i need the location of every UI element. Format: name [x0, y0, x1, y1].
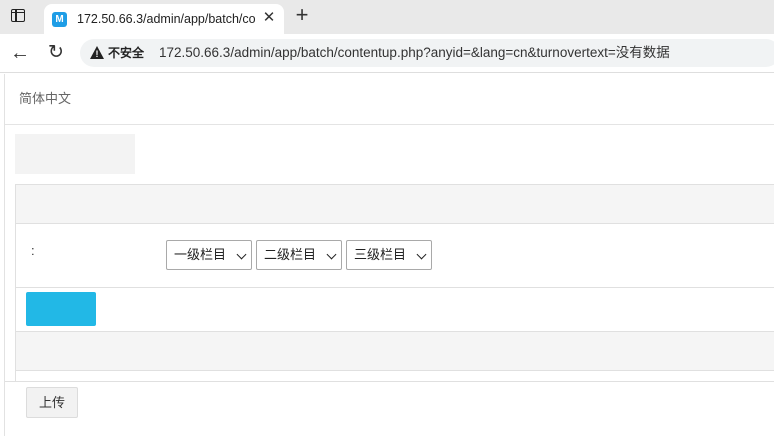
language-bar: 简体中文 [5, 74, 774, 125]
field-label: : [31, 243, 35, 258]
url-text[interactable]: 172.50.66.3/admin/app/batch/contentup.ph… [159, 44, 670, 62]
chevron-down-icon [236, 249, 247, 260]
level3-column-select[interactable]: 三级栏目 [346, 240, 432, 270]
file-select-button[interactable] [26, 292, 96, 326]
browser-tab[interactable]: M 172.50.66.3/admin/app/batch/contentup.… [44, 4, 284, 34]
table-header-row [16, 185, 774, 224]
level2-column-select[interactable]: 二级栏目 [256, 240, 342, 270]
page-content: 简体中文 : 一级栏目 二级栏目 三级栏目 上传 [4, 74, 774, 436]
reload-icon[interactable]: ↻ [44, 41, 68, 65]
not-secure-label[interactable]: 不安全 [108, 45, 144, 61]
language-label[interactable]: 简体中文 [19, 91, 71, 107]
tab-title: 172.50.66.3/admin/app/batch/contentup.ph… [77, 12, 255, 26]
tab-strip: M 172.50.66.3/admin/app/batch/contentup.… [0, 0, 774, 34]
level1-select-value: 一级栏目 [174, 247, 227, 262]
upload-button[interactable]: 上传 [26, 387, 78, 418]
level1-column-select[interactable]: 一级栏目 [166, 240, 252, 270]
address-bar: ← ↻ ! 不安全 172.50.66.3/admin/app/batch/co… [0, 34, 774, 73]
level3-select-value: 三级栏目 [354, 247, 407, 262]
url-field[interactable]: ! 不安全 172.50.66.3/admin/app/batch/conten… [80, 39, 774, 67]
window-layout-icon[interactable] [11, 9, 25, 22]
title-placeholder [15, 134, 135, 174]
level2-select-value: 二级栏目 [264, 247, 317, 262]
chevron-down-icon [416, 249, 427, 260]
column-select-row: : 一级栏目 二级栏目 三级栏目 [16, 223, 774, 288]
close-tab-icon[interactable]: ✕ [260, 9, 278, 27]
batch-form-table: : 一级栏目 二级栏目 三级栏目 [15, 184, 774, 382]
file-action-row [16, 287, 774, 332]
table-footer-row [16, 332, 774, 371]
warning-exclamation: ! [95, 49, 99, 59]
site-favicon-icon: M [52, 12, 67, 27]
divider [5, 381, 774, 382]
new-tab-icon[interactable]: + [290, 4, 314, 28]
chevron-down-icon [326, 249, 337, 260]
back-arrow-icon[interactable]: ← [8, 41, 32, 65]
